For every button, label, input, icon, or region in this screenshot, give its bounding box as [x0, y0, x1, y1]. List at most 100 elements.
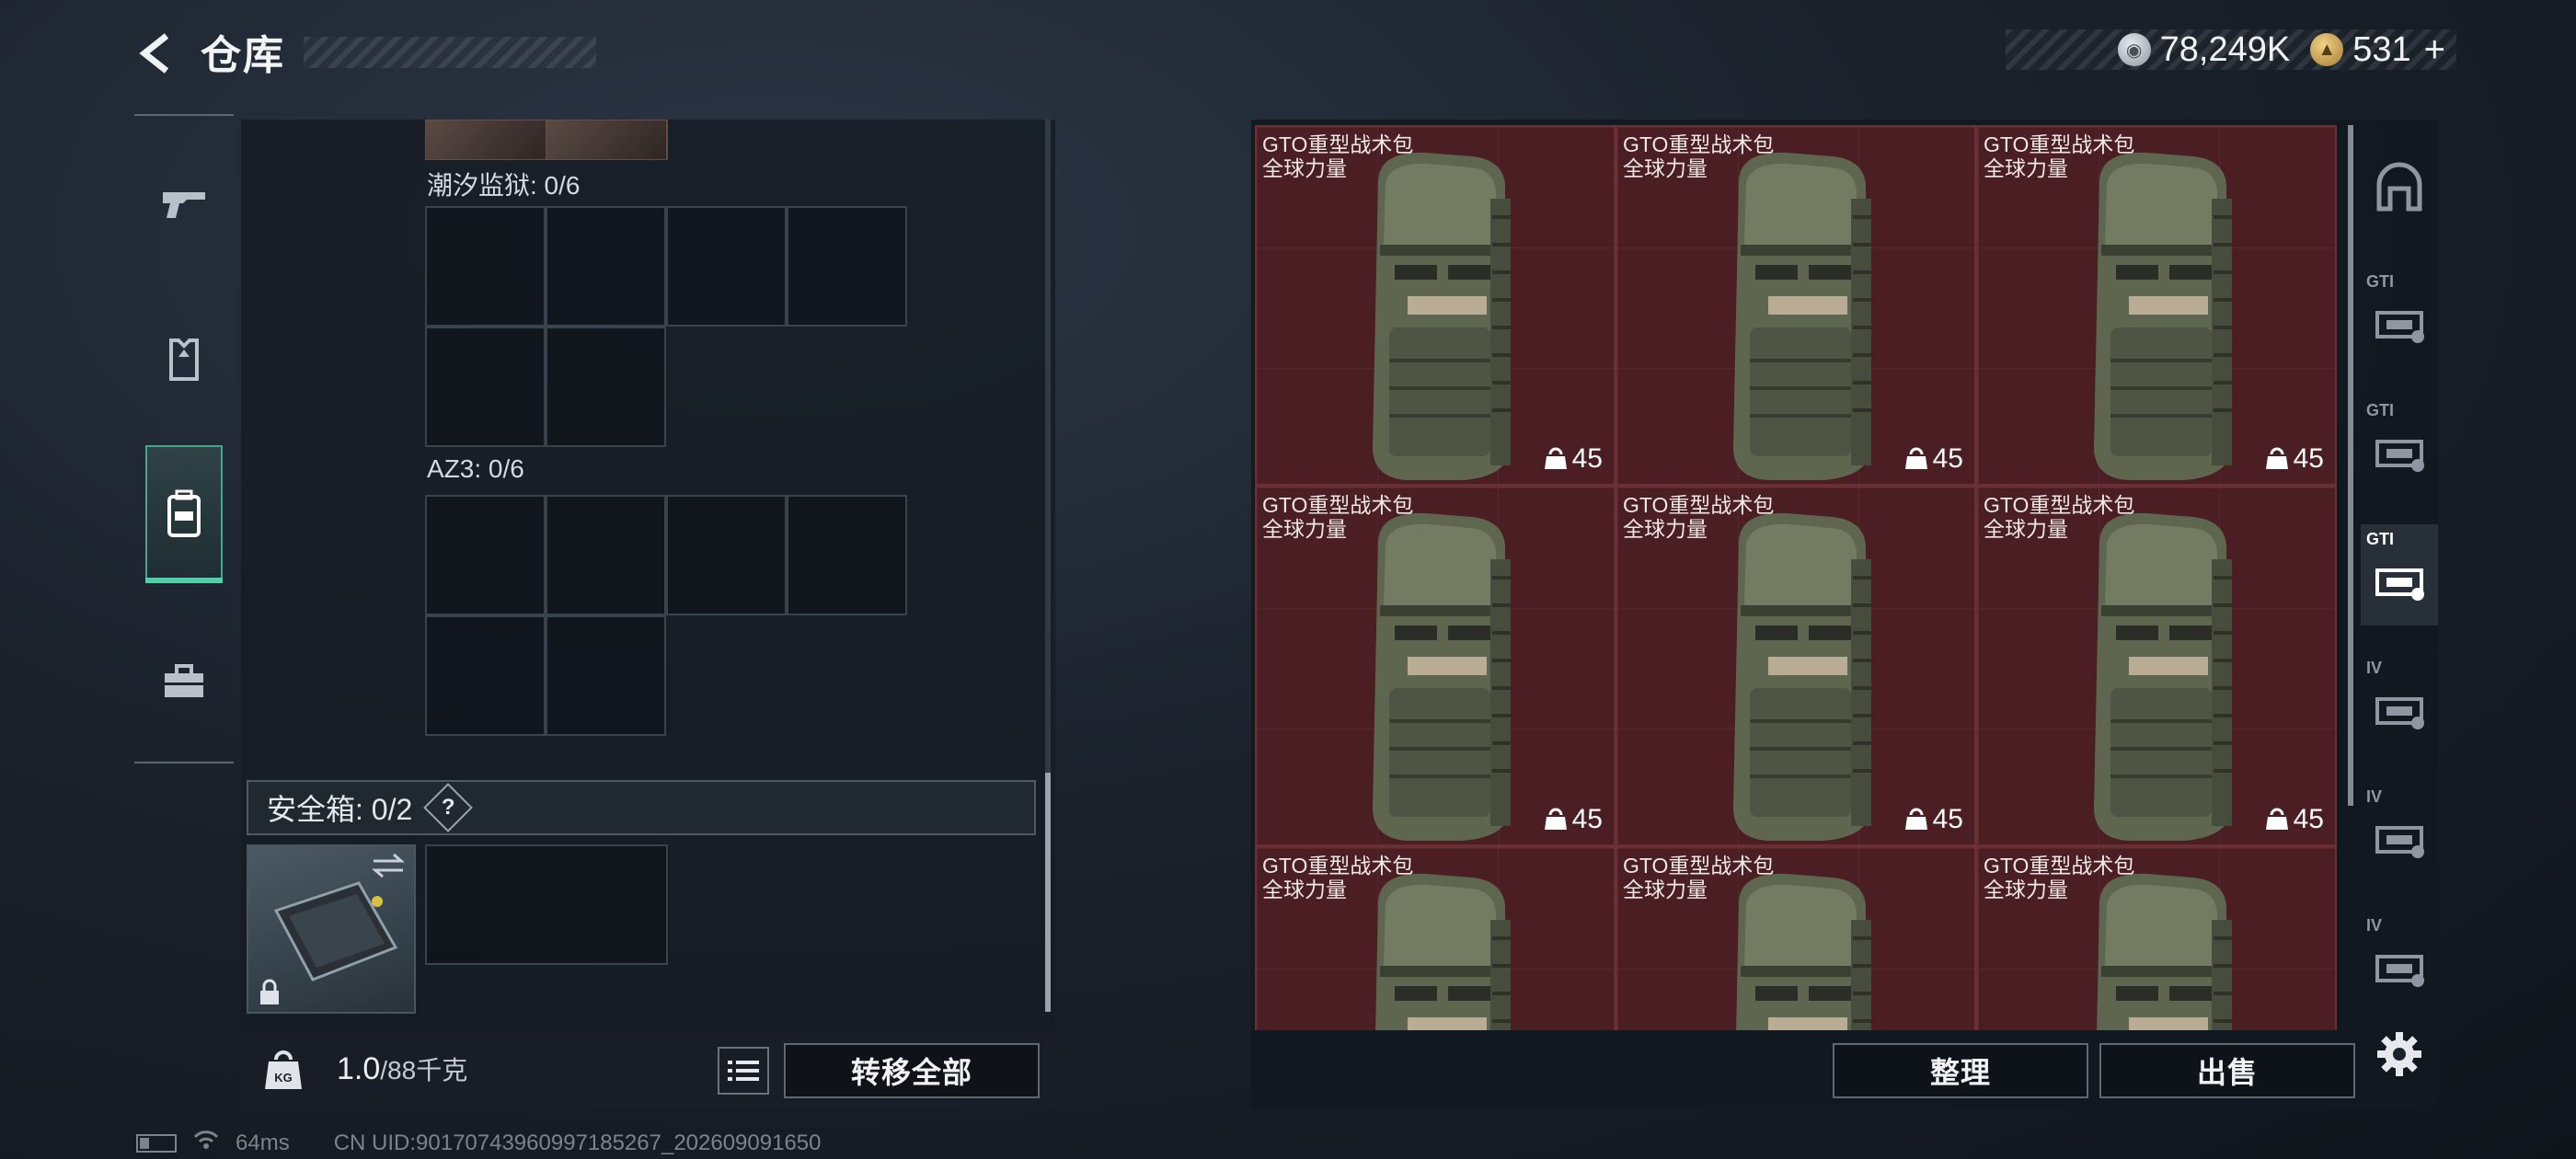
- list-icon: [728, 1061, 759, 1081]
- safe-box-item[interactable]: [247, 844, 416, 1014]
- silver-amount: 78,249K: [2159, 29, 2291, 69]
- item-capacity-value: 45: [1571, 443, 1603, 474]
- item-capacity: 45: [1544, 804, 1603, 835]
- container-slot[interactable]: [787, 495, 907, 615]
- container-slot[interactable]: [666, 206, 787, 327]
- add-currency-button[interactable]: +: [2424, 29, 2445, 71]
- inventory-item-card[interactable]: GTO重型战术包 全球力量 45: [1255, 846, 1616, 1030]
- container-slot[interactable]: [546, 495, 666, 615]
- weight-value: 1.0: [337, 1051, 381, 1086]
- container-slot[interactable]: [425, 206, 546, 327]
- nav-tools[interactable]: [145, 613, 223, 751]
- inventory-item-card[interactable]: GTO重型战术包 全球力量 45: [1976, 125, 2337, 486]
- item-name: GTO重型战术包: [1623, 132, 1775, 156]
- az3-label: AZ3: 0/6: [427, 454, 524, 483]
- list-view-button[interactable]: [718, 1047, 769, 1095]
- weight-icon: KG: [256, 1043, 311, 1098]
- gold-currency[interactable]: ▲ 531 +: [2310, 29, 2445, 71]
- item-name-block: GTO重型战术包 全球力量: [1623, 132, 1774, 180]
- capacity-icon: [1544, 447, 1567, 469]
- item-capacity-value: 45: [1932, 443, 1963, 474]
- inventory-item-card[interactable]: GTO重型战术包 全球力量 45: [1616, 846, 1976, 1030]
- gold-coin-icon: ▲: [2310, 33, 2344, 66]
- filter-tab[interactable]: [2361, 138, 2438, 239]
- item-name-block: GTO重型战术包 全球力量: [1262, 132, 1413, 180]
- capacity-icon: [2265, 447, 2288, 469]
- item-name-block: GTO重型战术包 全球力量: [1984, 854, 2134, 901]
- heavy-backpack-image: [2094, 512, 2232, 841]
- container-slot[interactable]: [666, 495, 787, 615]
- inventory-item-card[interactable]: GTO重型战术包 全球力量 45: [1255, 125, 1616, 486]
- inventory-item-card[interactable]: GTO重型战术包 全球力量 45: [1976, 486, 2337, 846]
- capacity-icon: [1544, 808, 1567, 830]
- weight-readout: 1.0/88千克: [337, 1050, 467, 1087]
- page-title: 仓库: [201, 33, 285, 78]
- iv-backpack-icon: [2375, 697, 2424, 729]
- filter-tab[interactable]: IV: [2361, 911, 2438, 1012]
- nav-weapons[interactable]: [145, 134, 223, 272]
- item-name-block: GTO重型战术包 全球力量: [1623, 493, 1774, 541]
- filter-tab[interactable]: GTI: [2361, 267, 2438, 368]
- category-nav: [134, 114, 234, 763]
- tide-prison-label: 潮汐监狱: 0/6: [427, 171, 581, 200]
- back-button[interactable]: [129, 26, 184, 81]
- item-name: GTO重型战术包: [1623, 854, 1775, 878]
- item-name-block: GTO重型战术包 全球力量: [1262, 854, 1413, 901]
- item-faction: 全球力量: [1623, 156, 1708, 180]
- container-slot[interactable]: [546, 206, 666, 327]
- item-capacity-value: 45: [2293, 443, 2324, 474]
- safe-box-header: 安全箱: 0/2 ?: [247, 780, 1036, 835]
- container-slot[interactable]: [546, 327, 666, 447]
- container-slot[interactable]: [787, 206, 907, 327]
- inventory-item-card[interactable]: GTO重型战术包 全球力量 45: [1255, 486, 1616, 846]
- container-slot[interactable]: [425, 327, 546, 447]
- item-name: GTO重型战术包: [1984, 132, 2135, 156]
- silver-currency: ◉ 78,249K: [2117, 29, 2291, 70]
- storage-grid: GTO重型战术包 全球力量 45 GTO重型战术包 全球力量 45 GTO重型战…: [1255, 125, 2339, 1030]
- left-scrollbar-thumb[interactable]: [1045, 773, 1051, 1012]
- az3-grid: [425, 495, 913, 740]
- item-faction: 全球力量: [1623, 517, 1708, 541]
- filter-tab[interactable]: IV: [2361, 653, 2438, 754]
- item-name: GTO重型战术包: [1623, 493, 1775, 517]
- item-faction: 全球力量: [1623, 878, 1708, 901]
- item-slot-partial[interactable]: [425, 120, 668, 160]
- settings-button[interactable]: [2366, 1021, 2432, 1087]
- filter-tab-label: IV: [2366, 916, 2383, 935]
- help-button[interactable]: ?: [423, 783, 474, 832]
- inventory-item-card[interactable]: GTO重型战术包 全球力量 45: [1616, 486, 1976, 846]
- sort-button[interactable]: 整理: [1833, 1043, 2088, 1098]
- toolbox-icon: [165, 664, 203, 697]
- item-name-block: GTO重型战术包 全球力量: [1984, 132, 2134, 180]
- filter-tab[interactable]: IV: [2361, 782, 2438, 883]
- item-capacity: 45: [1544, 443, 1603, 475]
- ping-value: 64ms: [236, 1130, 290, 1155]
- item-name: GTO重型战术包: [1262, 132, 1414, 156]
- heavy-backpack-image: [1733, 512, 1871, 841]
- transfer-all-button[interactable]: 转移全部: [784, 1043, 1040, 1098]
- armor-icon: [169, 339, 199, 381]
- nav-backpacks[interactable]: [145, 445, 223, 583]
- nav-armor[interactable]: [145, 291, 223, 429]
- item-capacity: 45: [1904, 443, 1963, 475]
- item-name: GTO重型战术包: [1984, 854, 2135, 878]
- storage-scrollbar[interactable]: [2348, 125, 2353, 806]
- container-slot[interactable]: [425, 615, 546, 736]
- container-slot[interactable]: [546, 615, 666, 736]
- filter-tab[interactable]: GTI: [2361, 524, 2438, 625]
- heavy-backpack-image: [1373, 152, 1511, 480]
- capacity-icon: [1904, 808, 1927, 830]
- item-name-block: GTO重型战术包 全球力量: [1262, 493, 1413, 541]
- inventory-item-card[interactable]: GTO重型战术包 全球力量 45: [1616, 125, 1976, 486]
- gti-backpack-icon: [2375, 568, 2424, 601]
- filter-tab[interactable]: GTI: [2361, 396, 2438, 497]
- title-decoration: [304, 37, 596, 68]
- inventory-item-card[interactable]: GTO重型战术包 全球力量 45: [1976, 846, 2337, 1030]
- item-name: GTO重型战术包: [1984, 493, 2135, 517]
- container-slot[interactable]: [425, 495, 546, 615]
- safe-box-slot[interactable]: [425, 844, 668, 965]
- swap-icon[interactable]: [370, 852, 407, 879]
- weapon-icon: [163, 192, 205, 218]
- sell-button[interactable]: 出售: [2099, 1043, 2355, 1098]
- storage-filter-tabs: GTI GTI GTI IV IV IV: [2361, 120, 2438, 1003]
